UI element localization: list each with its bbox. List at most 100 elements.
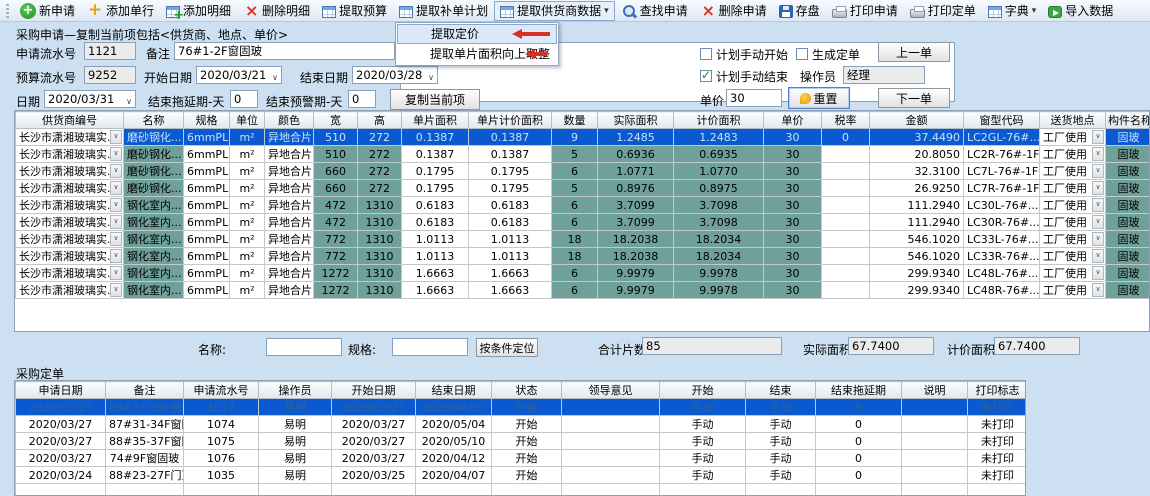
column-header[interactable]: 说明 (902, 382, 968, 399)
cell[interactable]: 长沙市潇湘玻璃实...∨ (16, 146, 124, 163)
cell[interactable]: 3.7099 (598, 214, 674, 231)
cell[interactable]: 磨砂钢化... (124, 163, 184, 180)
column-header[interactable]: 申请日期 (16, 382, 106, 399)
cell-dropdown-icon[interactable]: ∨ (110, 181, 122, 195)
column-header[interactable]: 结束 (746, 382, 816, 399)
cell[interactable]: 6 (552, 163, 598, 180)
column-header[interactable]: 备注 (106, 382, 184, 399)
plan-manual-start-checkbox[interactable] (700, 48, 712, 60)
cell[interactable]: 1310 (358, 214, 402, 231)
cell[interactable]: 660 (314, 180, 358, 197)
cell[interactable] (562, 450, 660, 467)
cell[interactable]: 开始 (492, 416, 562, 433)
cell[interactable]: 钢化室内... (124, 214, 184, 231)
cell-dropdown-icon[interactable]: ∨ (1092, 181, 1104, 195)
cell[interactable]: 2020/05/04 (416, 416, 492, 433)
cell[interactable] (562, 467, 660, 484)
toolbar-new-request-button[interactable]: 新申请 (14, 1, 81, 21)
cell-dropdown-icon[interactable]: ∨ (1092, 266, 1104, 280)
cell[interactable]: 6mmPLE... (184, 282, 230, 299)
cell[interactable]: m² (230, 231, 265, 248)
cell[interactable]: 异地合片 (265, 197, 314, 214)
cell[interactable]: 299.9340 (870, 282, 964, 299)
column-header[interactable]: 构件名称 (1106, 112, 1150, 129)
cell[interactable]: 1072 (184, 399, 259, 416)
cell-dropdown-icon[interactable]: ∨ (110, 266, 122, 280)
cell[interactable]: 1.2483 (674, 129, 764, 146)
toolbar-grip[interactable] (6, 4, 9, 18)
cell[interactable]: 工厂使用∨ (1040, 231, 1106, 248)
cell[interactable]: 固玻 (1106, 282, 1150, 299)
cell[interactable]: 272 (358, 163, 402, 180)
cell[interactable]: 固玻 (1106, 265, 1150, 282)
cell[interactable]: 1310 (358, 248, 402, 265)
request-no-field[interactable] (84, 42, 136, 60)
cell[interactable]: 1.6663 (402, 265, 469, 282)
toolbar-print-order-button[interactable]: 打印定单 (904, 1, 982, 21)
cell[interactable]: 88#23-27F门顶玻 (106, 467, 184, 484)
cell[interactable]: 固玻 (1106, 129, 1150, 146)
cell[interactable]: 32.3100 (870, 163, 964, 180)
cell[interactable] (822, 231, 870, 248)
unit-price-field[interactable] (726, 89, 782, 107)
cell[interactable]: 0 (816, 399, 902, 416)
cell[interactable] (902, 433, 968, 450)
cell[interactable]: 2020/05/10 (416, 433, 492, 450)
cell[interactable]: LC7L-76#-1FO (964, 163, 1040, 180)
cell-dropdown-icon[interactable]: ∨ (1092, 232, 1104, 246)
cell[interactable]: 30 (764, 248, 822, 265)
cell[interactable]: 异地合片 (265, 282, 314, 299)
cell[interactable]: 6mmPLE... (184, 163, 230, 180)
cell[interactable]: 37.4490 (870, 129, 964, 146)
cell[interactable]: m² (230, 129, 265, 146)
cell-dropdown-icon[interactable]: ∨ (110, 249, 122, 263)
cell[interactable]: 异地合片 (265, 129, 314, 146)
cell[interactable]: m² (230, 163, 265, 180)
cell[interactable]: 6 (552, 265, 598, 282)
column-header[interactable]: 名称 (124, 112, 184, 129)
cell[interactable] (902, 450, 968, 467)
column-header[interactable]: 状态 (492, 382, 562, 399)
cell[interactable]: 磨砂钢化... (124, 146, 184, 163)
cell[interactable]: 3.7099 (598, 197, 674, 214)
cell[interactable]: 30 (764, 214, 822, 231)
column-header[interactable]: 开始日期 (332, 382, 416, 399)
cell[interactable]: 2020/03/27 (16, 399, 106, 416)
toolbar-find-request-button[interactable]: 查找申请 (615, 1, 694, 21)
cell[interactable]: 1074 (184, 416, 259, 433)
cell[interactable]: 0.6183 (402, 197, 469, 214)
cell[interactable]: 6mmPLE... (184, 180, 230, 197)
cell[interactable]: 手动 (746, 467, 816, 484)
table-row[interactable]: 2020/03/2788#35-37F窗固玻1075易明2020/03/2720… (16, 433, 1027, 450)
cell[interactable]: 1.6663 (469, 282, 552, 299)
gen-order-checkbox[interactable] (796, 48, 808, 60)
column-header[interactable]: 申请流水号 (184, 382, 259, 399)
table-row[interactable]: 长沙市潇湘玻璃实...∨钢化室内...6mmPLE...m²异地合片127213… (16, 265, 1150, 282)
cell-dropdown-icon[interactable]: ∨ (1092, 130, 1104, 144)
cell[interactable]: LC2R-76#-1F (964, 146, 1040, 163)
cell[interactable]: 5 (552, 146, 598, 163)
cell[interactable]: 开始 (492, 433, 562, 450)
cell[interactable]: 易明 (259, 467, 332, 484)
cell[interactable]: 1.0113 (402, 231, 469, 248)
cell[interactable]: 1.0771 (598, 163, 674, 180)
cell[interactable]: 0.1387 (402, 129, 469, 146)
cell[interactable]: 异地合片 (265, 180, 314, 197)
cell[interactable]: 3.7098 (674, 197, 764, 214)
cell[interactable]: 固玻 (1106, 180, 1150, 197)
table-row[interactable]: 2020/03/2774#9F窗固玻1076易明2020/03/272020/0… (16, 450, 1027, 467)
cell[interactable]: 272 (358, 146, 402, 163)
plan-manual-end-checkbox[interactable] (700, 70, 712, 82)
column-header[interactable]: 送货地点 (1040, 112, 1106, 129)
cell[interactable]: 工厂使用∨ (1040, 282, 1106, 299)
cell[interactable]: 0.6183 (469, 214, 552, 231)
cell[interactable]: 手动 (660, 450, 746, 467)
cell[interactable]: 2020/03/25 (332, 467, 416, 484)
cell[interactable]: 660 (314, 163, 358, 180)
cell-dropdown-icon[interactable]: ∨ (1092, 215, 1104, 229)
cell[interactable]: 6mmPLE... (184, 248, 230, 265)
prev-order-button[interactable]: 上一单 (878, 42, 950, 62)
cell[interactable]: 1.0113 (469, 248, 552, 265)
cell[interactable]: 6mmPLE... (184, 146, 230, 163)
table-row[interactable]: 长沙市潇湘玻璃实...∨磨砂钢化...6mmPLE...m²异地合片510272… (16, 129, 1150, 146)
